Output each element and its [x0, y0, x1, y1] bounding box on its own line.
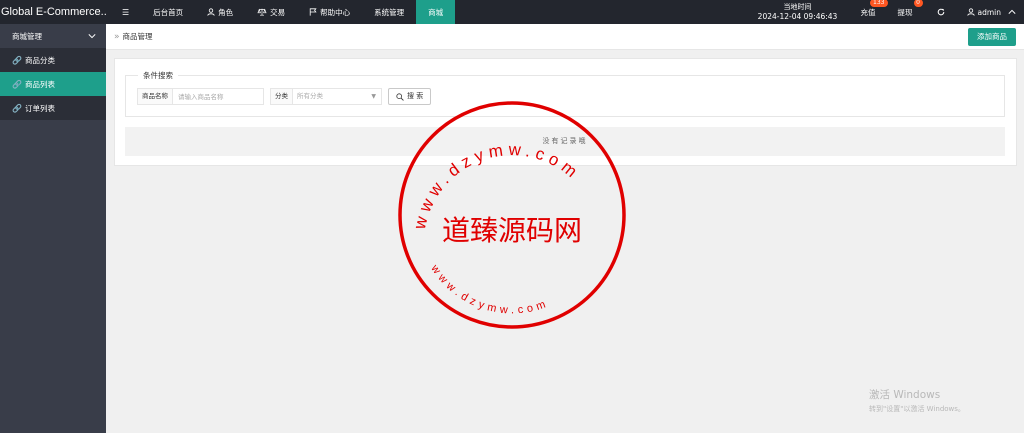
nav-home-label: 后台首页: [153, 7, 184, 17]
product-name-label: 商品名称: [138, 89, 173, 104]
top-bar: Global E-Commerce... ☰ 后台首页 角色 交易 帮助中心 系…: [0, 0, 1024, 24]
link-icon: 🔗: [12, 55, 22, 65]
product-name-field: 商品名称: [137, 88, 264, 105]
nav-mall-label: 商城: [428, 7, 444, 17]
search-legend: 条件搜索: [138, 70, 178, 81]
caret-down-icon: ▼: [371, 93, 376, 100]
user-menu[interactable]: admin: [959, 0, 1024, 24]
stamp-bottom-arc: www.dzymw.com: [428, 262, 551, 316]
sidebar-group-mall[interactable]: 商城管理: [0, 24, 106, 48]
withdraw-badge: 0: [913, 0, 923, 7]
recharge-link[interactable]: 充值 133: [853, 0, 888, 24]
flag-icon: [309, 8, 317, 16]
refresh-icon: [937, 8, 944, 16]
windows-activation-subtitle: 转到"设置"以激活 Windows。: [869, 405, 965, 413]
sidebar-item-order-list[interactable]: 🔗 订单列表: [0, 96, 106, 120]
link-icon: 🔗: [12, 103, 22, 113]
breadcrumb-bar: » 商品管理 添加商品: [106, 24, 1024, 50]
search-form: 商品名称 分类 所有分类 ▼ 搜 索: [137, 88, 432, 105]
windows-activation-notice: 激活 Windows 转到"设置"以激活 Windows。: [869, 387, 965, 414]
category-label: 分类: [271, 89, 293, 104]
sidebar-item-label: 订单列表: [24, 103, 55, 113]
sidebar-item-label: 商品列表: [24, 79, 55, 89]
sidebar-item-label: 商品分类: [24, 55, 55, 65]
nav-system-label: 系统管理: [374, 7, 405, 17]
category-select[interactable]: 所有分类 ▼: [293, 89, 381, 104]
menu-icon: ☰: [122, 7, 130, 17]
withdraw-label: 提现: [897, 7, 913, 17]
nav-trade-label: 交易: [270, 7, 286, 17]
user-name: admin: [977, 7, 1002, 17]
sidebar-item-product-list[interactable]: 🔗 商品列表: [0, 72, 106, 96]
sidebar-submenu: 🔗 商品分类 🔗 商品列表 🔗 订单列表: [0, 48, 106, 120]
nav-help-label: 帮助中心: [320, 7, 351, 17]
double-chevron-icon: »: [114, 31, 120, 42]
user-icon: [966, 8, 975, 16]
nav-trade[interactable]: 交易: [245, 0, 297, 24]
sidebar-group-label: 商城管理: [12, 31, 42, 41]
withdraw-link[interactable]: 提现 0: [890, 0, 923, 24]
nav-home[interactable]: 后台首页: [141, 0, 195, 24]
add-product-button[interactable]: 添加商品: [968, 28, 1016, 46]
local-time: 当地时间 2024-12-04 09:46:43: [755, 2, 841, 22]
nav-role[interactable]: 角色: [195, 0, 245, 24]
header-right: 当地时间 2024-12-04 09:46:43 充值 133 提现 0 adm…: [755, 0, 1024, 24]
link-icon: 🔗: [12, 79, 22, 89]
breadcrumb[interactable]: 商品管理: [123, 31, 153, 42]
sidebar: 商城管理 🔗 商品分类 🔗 商品列表 🔗 订单列表: [0, 24, 106, 433]
nav-menu-toggle[interactable]: ☰: [110, 0, 141, 24]
nav-role-label: 角色: [218, 7, 234, 17]
recharge-label: 充值: [860, 7, 876, 17]
nav-mall[interactable]: 商城: [416, 0, 456, 24]
windows-activation-title: 激活 Windows: [869, 389, 941, 401]
nav-help[interactable]: 帮助中心: [297, 0, 362, 24]
nav-system[interactable]: 系统管理: [362, 0, 416, 24]
refresh-button[interactable]: [929, 0, 953, 24]
product-name-input[interactable]: [173, 89, 263, 104]
scale-icon: [257, 8, 267, 16]
chevron-up-icon: [1008, 9, 1016, 14]
recharge-badge: 133: [870, 0, 888, 7]
watermark-stamp: www.dzymw.com www.dzymw.com 道臻源码网: [398, 101, 626, 329]
category-select-value: 所有分类: [297, 92, 323, 100]
stamp-center-text: 道臻源码网: [442, 214, 582, 247]
local-time-label: 当地时间: [783, 3, 812, 11]
top-nav: ☰ 后台首页 角色 交易 帮助中心 系统管理 商城: [110, 0, 456, 24]
user-icon: [207, 8, 215, 16]
app-title: Global E-Commerce...: [1, 6, 106, 18]
category-field: 分类 所有分类 ▼: [270, 88, 382, 105]
local-time-value: 2024-12-04 09:46:43: [757, 12, 838, 21]
sidebar-item-category[interactable]: 🔗 商品分类: [0, 48, 106, 72]
chevron-down-icon: [88, 34, 96, 39]
